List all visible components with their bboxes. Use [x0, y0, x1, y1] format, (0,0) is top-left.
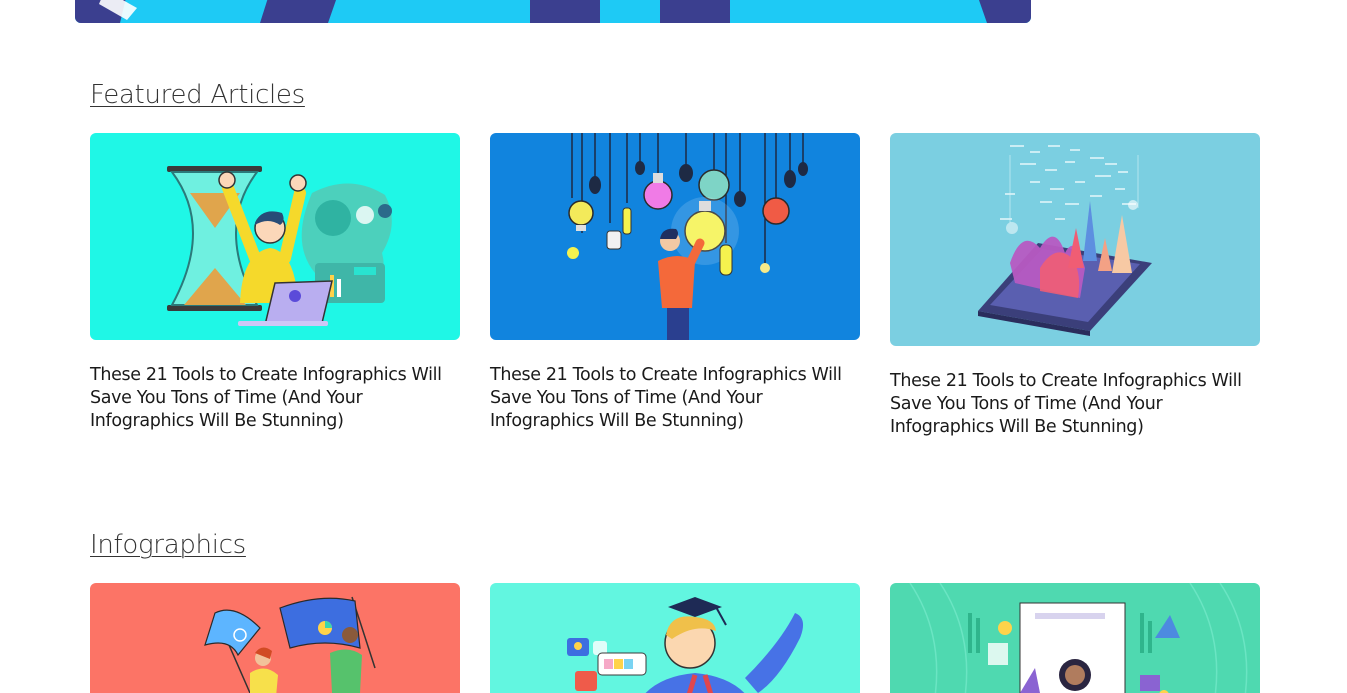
document-woman-illustration [890, 583, 1260, 693]
infographic-thumbnail[interactable] [890, 583, 1260, 693]
hanging-lightbulbs-illustration [490, 133, 860, 340]
infographic-card-2[interactable] [490, 583, 860, 693]
article-thumbnail[interactable] [90, 133, 460, 340]
infographic-thumbnail[interactable] [490, 583, 860, 693]
hero-banner-illustration [75, 0, 1031, 23]
infographic-thumbnail[interactable] [90, 583, 460, 693]
article-title[interactable]: These 21 Tools to Create Infographics Wi… [890, 370, 1260, 439]
featured-article-card-2[interactable]: These 21 Tools to Create Infographics Wi… [490, 133, 860, 433]
featured-article-card-1[interactable]: These 21 Tools to Create Infographics Wi… [90, 133, 460, 433]
infographic-card-3[interactable] [890, 583, 1260, 693]
featured-articles-heading[interactable]: Featured Articles [90, 80, 305, 110]
runners-with-flags-illustration [90, 583, 460, 693]
tablet-3d-chart-illustration [890, 133, 1260, 346]
hero-banner-image[interactable] [75, 0, 1031, 23]
featured-article-card-3[interactable]: These 21 Tools to Create Infographics Wi… [890, 133, 1260, 439]
infographic-card-1[interactable] [90, 583, 460, 693]
page: Featured Articles These 21 Tools to Crea… [0, 0, 1347, 693]
article-title[interactable]: These 21 Tools to Create Infographics Wi… [90, 364, 460, 433]
graduate-illustration [490, 583, 860, 693]
hourglass-celebration-illustration [90, 133, 460, 340]
infographics-heading[interactable]: Infographics [90, 530, 246, 560]
article-title[interactable]: These 21 Tools to Create Infographics Wi… [490, 364, 860, 433]
article-thumbnail[interactable] [490, 133, 860, 340]
article-thumbnail[interactable] [890, 133, 1260, 346]
